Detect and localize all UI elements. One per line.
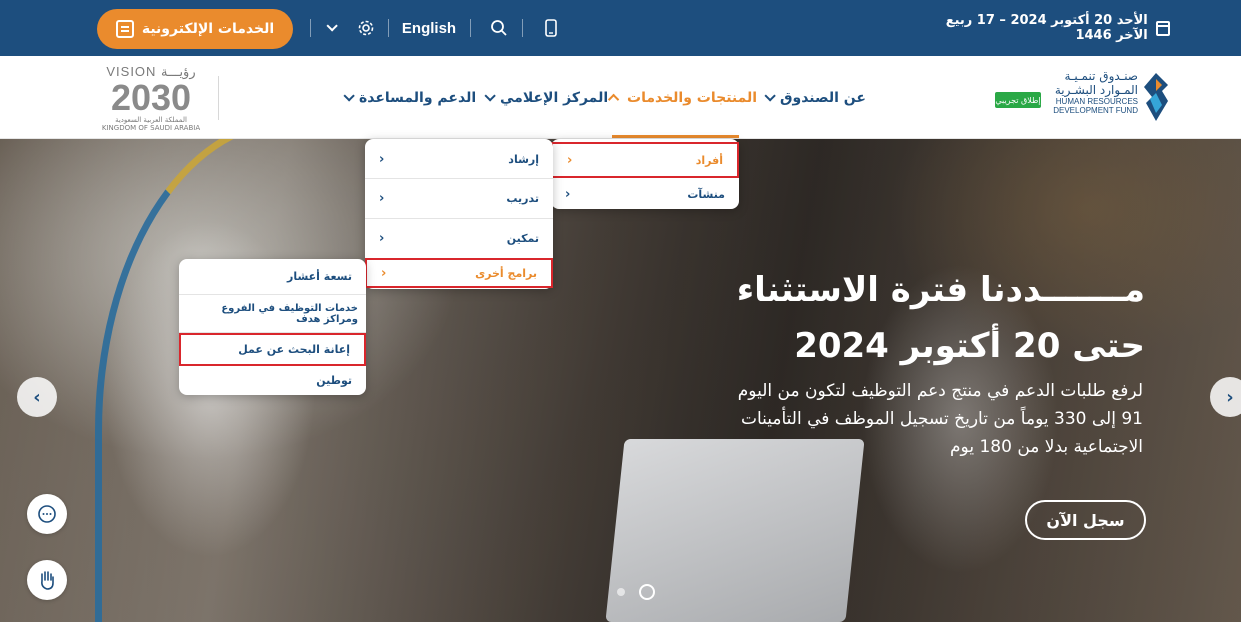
vision-2030-logo[interactable]: VISION رؤيـــة 2030 المملكة العربية السع…	[95, 64, 207, 132]
chevron-left-icon: ‹	[379, 230, 385, 246]
nav-media-label: المركز الإعلامي	[500, 90, 609, 106]
nav-media-center[interactable]: المركز الإعلامي	[484, 86, 608, 110]
hero-title: مـــــــددنا فترة الاستثناء حتى 20 أكتوب…	[705, 262, 1145, 374]
hrdf-en-line1: HUMAN RESOURCES	[1055, 97, 1138, 106]
chat-button[interactable]	[27, 494, 67, 534]
menu-item-label: تسعة أعشار	[287, 270, 352, 283]
menu-item-label: تدريب	[506, 192, 539, 205]
carousel-dot-active[interactable]	[639, 584, 655, 600]
menu-item-label: أفراد	[695, 153, 723, 167]
divider	[470, 19, 471, 37]
menu-item-label: خدمات التوظيف في الفروع ومراكز هدف	[221, 302, 358, 325]
divider	[522, 19, 523, 37]
search-button[interactable]	[488, 0, 510, 56]
products-dropdown: أفراد ‹ منشآت ‹	[551, 139, 739, 209]
vision-year: 2030	[110, 77, 192, 118]
date-display: الأحد 20 أكتوبر 2024 – 17 ربيع الآخر 144…	[910, 0, 1171, 56]
nav-active-indicator	[612, 135, 739, 138]
main-header: VISION رؤيـــة 2030 المملكة العربية السع…	[0, 56, 1241, 139]
hero-description: لرفع طلبات الدعم في منتج دعم التوظيف لتك…	[737, 381, 1143, 457]
logo-divider	[218, 76, 219, 120]
menu-item-localization[interactable]: توطين	[179, 367, 366, 393]
menu-item-label: توطين	[316, 373, 352, 387]
language-switch[interactable]: English	[398, 0, 460, 56]
menu-item-guidance[interactable]: إرشاد ‹	[365, 141, 553, 179]
settings-dropdown-toggle[interactable]	[320, 0, 340, 56]
menu-item-individuals[interactable]: أفراد ‹	[551, 142, 739, 178]
hrdf-en-line2: DEVELOPMENT FUND	[1053, 106, 1138, 115]
nav-products-label: المنتجات والخدمات	[627, 90, 758, 106]
mobile-app-button[interactable]	[541, 0, 561, 56]
menu-item-label: إعانة البحث عن عمل	[238, 343, 350, 356]
chevron-left-icon: ‹	[379, 191, 385, 206]
nav-about-label: عن الصندوق	[780, 90, 866, 106]
hero-title-line1: مـــــــددنا فترة الاستثناء	[736, 270, 1145, 310]
hrdf-name: صنـدوق تنمـيـة المـوارد البشـرية HUMAN R…	[1053, 69, 1138, 115]
chevron-up-icon	[607, 93, 620, 106]
e-services-label: الخدمات الإلكترونية	[141, 21, 275, 37]
hero-title-line2: حتى 20 أكتوبر 2024	[794, 326, 1145, 366]
menu-item-label: إرشاد	[508, 153, 539, 166]
divider	[388, 19, 389, 37]
chevron-right-icon: ›	[1226, 386, 1234, 408]
chat-icon	[38, 505, 56, 523]
e-services-icon	[115, 20, 134, 38]
chevron-left-icon: ‹	[381, 265, 387, 281]
chevron-left-icon: ‹	[567, 152, 573, 168]
menu-item-tisaa-ashar[interactable]: تسعة أعشار	[179, 259, 366, 295]
date-text: الأحد 20 أكتوبر 2024 – 17 ربيع الآخر 144…	[945, 13, 1148, 43]
accessibility-settings-button[interactable]	[355, 0, 377, 56]
menu-item-employment-services-branches[interactable]: خدمات التوظيف في الفروع ومراكز هدف	[179, 295, 366, 333]
chevron-down-icon	[484, 90, 496, 102]
divider	[310, 19, 311, 37]
chevron-down-icon	[764, 90, 776, 102]
hand-icon	[41, 571, 54, 590]
nav-support[interactable]: الدعم والمساعدة	[343, 86, 476, 110]
chevron-left-icon: ‹	[379, 152, 385, 167]
e-services-button[interactable]: الخدمات الإلكترونية	[97, 9, 293, 49]
menu-item-other-programs[interactable]: برامج أخرى ‹	[365, 258, 553, 288]
register-now-button[interactable]: سجل الآن	[1025, 500, 1146, 540]
chevron-left-icon: ‹	[565, 186, 571, 202]
mobile-icon	[545, 19, 557, 37]
accessibility-button[interactable]	[27, 560, 67, 600]
calendar-icon	[1155, 20, 1171, 36]
individuals-submenu: إرشاد ‹ تدريب ‹ تمكين ‹ برامج أخرى ‹	[365, 139, 553, 289]
nav-about-fund[interactable]: عن الصندوق	[764, 86, 866, 110]
carousel-dot[interactable]	[617, 588, 625, 596]
menu-item-label: منشآت	[687, 187, 725, 201]
menu-item-training[interactable]: تدريب ‹	[365, 179, 553, 219]
gear-icon	[358, 20, 374, 36]
chevron-down-icon	[326, 20, 338, 32]
other-programs-submenu: تسعة أعشار خدمات التوظيف في الفروع ومراك…	[179, 259, 366, 395]
search-icon	[491, 20, 507, 36]
menu-item-empowerment[interactable]: تمكين ‹	[365, 219, 553, 257]
menu-item-label: برامج أخرى	[475, 266, 537, 280]
top-bar: الخدمات الإلكترونية English الأحد 20 أكت…	[0, 0, 1241, 56]
nav-support-label: الدعم والمساعدة	[359, 90, 477, 106]
hrdf-ar-line1: صنـدوق تنمـيـة	[1064, 69, 1138, 83]
menu-item-establishments[interactable]: منشآت ‹	[551, 181, 739, 207]
menu-item-label: تمكين	[506, 231, 539, 245]
vision-en-caption: KINGDOM OF SAUDI ARABIA	[101, 124, 201, 132]
chevron-left-icon: ‹	[33, 386, 41, 408]
beta-launch-badge: إطلاق تجريبي	[995, 92, 1041, 108]
hrdf-emblem-icon	[1144, 73, 1168, 121]
menu-item-job-seeking-allowance[interactable]: إعانة البحث عن عمل	[179, 333, 366, 366]
chevron-down-icon	[343, 90, 355, 102]
nav-products-services[interactable]: المنتجات والخدمات	[607, 86, 758, 110]
hrdf-logo[interactable]: إطلاق تجريبي صنـدوق تنمـيـة المـوارد الب…	[995, 69, 1170, 127]
hrdf-ar-line2: المـوارد البشـرية	[1054, 83, 1138, 97]
carousel-prev-button[interactable]: ‹	[17, 377, 57, 417]
